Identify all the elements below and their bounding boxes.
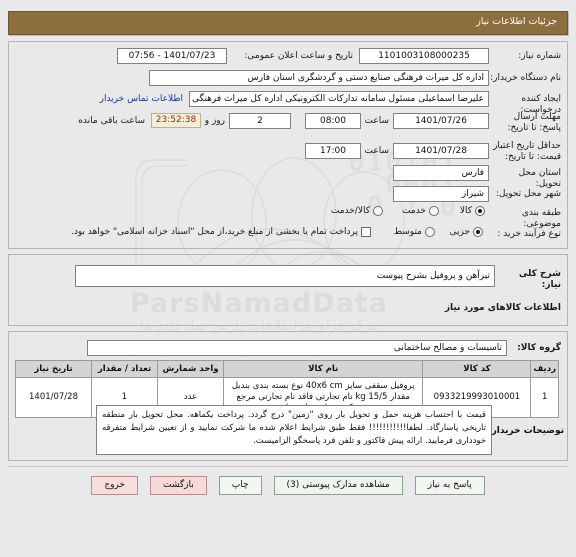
radio-goods-label: کالا	[459, 206, 472, 216]
radio-option-medium[interactable]: متوسط	[394, 227, 435, 237]
need-description-panel: شرح کلی نیاز: تیرآهن و پروفیل بشرح پیوست…	[8, 254, 568, 326]
radio-goods-icon[interactable]	[475, 206, 485, 216]
need-info-panel: شماره نیاز: 1101003108000235 تاریخ و ساع…	[8, 41, 568, 249]
delivery-city-label: شهر محل تحویل:	[495, 189, 561, 199]
col-index: ردیف	[530, 360, 559, 378]
radio-option-service[interactable]: خدمت	[402, 206, 439, 216]
buyer-org-value: اداره کل میراث فرهنگی صنایع دستی و گردشگ…	[149, 70, 489, 86]
col-need-date: تاریخ نیاز	[15, 360, 92, 378]
buyer-notes-section: توضیحات خریدار: قیمت با احتساب هزینه حمل…	[8, 404, 568, 462]
col-unit: واحد شمارش	[157, 360, 224, 378]
delivery-city-value: شیراز	[393, 186, 489, 202]
delivery-province-value: فارس	[393, 165, 489, 181]
purchase-process-label: نوع فرآیند خرید :	[497, 229, 561, 239]
radio-medium-label: متوسط	[393, 227, 422, 237]
goods-table-header-row: ردیف کد کالا نام کالا واحد شمارش تعداد /…	[15, 360, 559, 378]
radio-medium-icon[interactable]	[425, 227, 435, 237]
treasury-bond-checkbox-icon[interactable]	[361, 227, 371, 237]
validity-date-value: 1401/07/28	[393, 143, 489, 159]
general-description-value: تیرآهن و پروفیل بشرح پیوست	[75, 265, 495, 287]
request-creator-value: علیرضا اسماعیلی مسئول سامانه تدارکات الک…	[189, 91, 489, 107]
deadline-hour-label: ساعت	[364, 116, 390, 126]
radio-service-icon[interactable]	[429, 206, 439, 216]
radio-service-label: خدمت	[402, 206, 426, 216]
goods-group-value: تاسیسات و مصالح ساختمانی	[87, 340, 507, 356]
radio-option-minor[interactable]: جزیی	[449, 227, 483, 237]
col-quantity: تعداد / مقدار	[91, 360, 158, 378]
view-attachments-button[interactable]: مشاهده مدارک پیوستی (3)	[273, 475, 403, 495]
radio-goods-service-icon[interactable]	[373, 206, 383, 216]
general-description-label: شرح کلی نیاز:	[518, 269, 561, 290]
radio-option-goods-service[interactable]: کالا/خدمت	[331, 206, 383, 216]
deadline-date-value: 1401/07/26	[393, 113, 489, 129]
treasury-bond-checkbox-row[interactable]: پرداخت تمام یا بخشی از مبلغ خرید،از محل …	[71, 227, 371, 237]
validity-hour-value: 17:00	[305, 143, 361, 159]
footer-divider	[8, 466, 568, 467]
buyer-contact-link[interactable]: اطلاعات تماس خریدار	[100, 94, 183, 104]
radio-option-goods[interactable]: کالا	[460, 206, 485, 216]
announce-datetime-label: تاریخ و ساعت اعلان عمومی:	[244, 51, 353, 61]
window-title-bar: جزئیات اطلاعات نیاز	[8, 11, 568, 35]
need-number-value: 1101003108000235	[359, 48, 489, 64]
need-number-label: شماره نیاز:	[518, 51, 561, 61]
radio-goods-service-label: کالا/خدمت	[330, 206, 370, 216]
buyer-notes-value: قیمت با احتساب هزینه حمل و تحویل بار روی…	[96, 405, 492, 455]
delivery-province-label: استان محل تحویل:	[518, 168, 561, 189]
page-title: جزئیات اطلاعات نیاز	[476, 16, 557, 27]
remaining-time-countdown: 23:52:38	[151, 113, 201, 128]
response-deadline-label: مهلت ارسال پاسخ: تا تاریخ:	[507, 112, 561, 133]
remaining-days-value: 2	[229, 113, 291, 129]
validity-hour-label: ساعت	[364, 146, 390, 156]
goods-info-heading: اطلاعات کالاهای مورد نیاز	[444, 303, 561, 313]
footer-button-bar: پاسخ به نیاز مشاهده مدارک پیوستی (3) چاپ…	[8, 472, 568, 498]
back-button[interactable]: بازگشت	[150, 475, 207, 495]
buyer-org-label: نام دستگاه خریدار:	[490, 73, 561, 83]
col-code: کد کالا	[422, 360, 532, 378]
treasury-bond-label: پرداخت تمام یا بخشی از مبلغ خرید،از محل …	[70, 227, 358, 237]
respond-to-need-button[interactable]: پاسخ به نیاز	[414, 475, 485, 495]
radio-minor-label: جزیی	[449, 227, 470, 237]
buyer-notes-label: توضیحات خریدار:	[488, 426, 564, 436]
goods-group-label: گروه کالا:	[517, 343, 561, 353]
price-validity-label: حداقل تاریخ اعتبار قیمت: تا تاریخ:	[493, 141, 561, 162]
print-button[interactable]: چاپ	[218, 475, 262, 495]
col-name: نام کالا	[222, 360, 424, 378]
announce-datetime-value: 1401/07/23 - 07:56	[117, 48, 227, 64]
deadline-hour-value: 08:00	[305, 113, 361, 129]
radio-minor-icon[interactable]	[473, 227, 483, 237]
remaining-days-label: روز و	[204, 116, 225, 126]
remaining-suffix-label: ساعت باقی مانده	[78, 116, 145, 126]
classification-label: طبقه بندی موضوعی:	[521, 208, 561, 229]
page-root: 01010100010 1 0 ParsNamadData مرکز فراور…	[0, 0, 576, 557]
exit-button[interactable]: خروج	[91, 475, 138, 495]
